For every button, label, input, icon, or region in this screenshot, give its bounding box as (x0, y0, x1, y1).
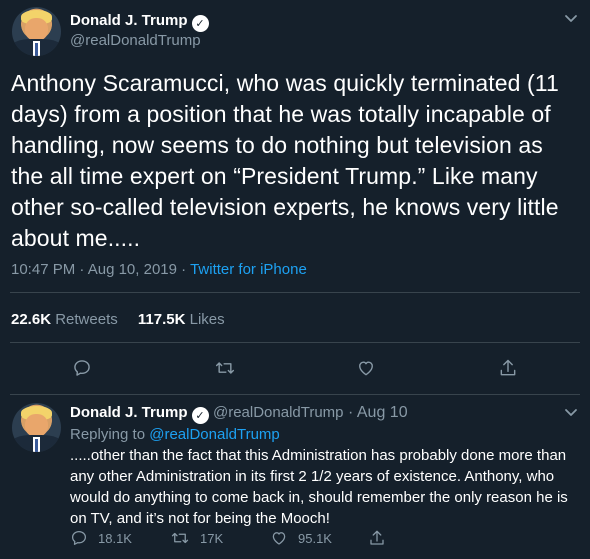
reply-author-handle[interactable]: @realDonaldTrump (213, 404, 344, 421)
retweet-icon (171, 532, 189, 544)
chevron-down-icon[interactable] (563, 10, 579, 26)
tweet-date[interactable]: Aug 10, 2019 (88, 261, 177, 278)
like-count: 95.1K (298, 530, 332, 546)
reply-author-name[interactable]: Donald J. Trump (70, 404, 188, 421)
retweets-label: Retweets (55, 311, 118, 328)
tweet-time[interactable]: 10:47 PM (11, 261, 75, 278)
tweet-stats: 22.6K Retweets 117.5K Likes (11, 311, 225, 328)
retweets-stat[interactable]: 22.6K Retweets (11, 311, 118, 328)
share-button[interactable] (368, 529, 386, 547)
reply-text: .....other than the fact that this Admin… (70, 447, 568, 527)
divider (10, 394, 580, 395)
retweet-button[interactable]: 17K (170, 529, 223, 547)
reply-header: Donald J. Trump ✓ @realDonaldTrump · Aug … (70, 404, 408, 424)
heart-icon[interactable] (355, 357, 377, 379)
reply-date[interactable]: Aug 10 (357, 404, 408, 421)
heart-icon (272, 532, 286, 545)
chevron-down-icon[interactable] (563, 404, 579, 420)
meta-separator: · (79, 261, 85, 278)
verified-badge-icon: ✓ (191, 15, 209, 32)
tweet-source[interactable]: Twitter for iPhone (190, 261, 307, 278)
reply-button[interactable]: 18.1K (70, 529, 132, 547)
retweet-icon[interactable] (214, 357, 236, 379)
replying-to-label: Replying to (70, 426, 146, 443)
meta-separator: · (181, 261, 187, 278)
verified-badge-icon: ✓ (191, 407, 209, 424)
reply-actions: 18.1K 17K 95.1K (70, 529, 578, 553)
retweets-count: 22.6K (11, 311, 52, 328)
likes-count: 117.5K (137, 311, 186, 328)
tweet-meta: 10:47 PM · Aug 10, 2019 · Twitter for iP… (11, 261, 307, 278)
likes-label: Likes (189, 311, 225, 328)
meta-separator: · (347, 404, 354, 421)
replying-to: Replying to @realDonaldTrump (70, 426, 280, 443)
author-avatar[interactable] (12, 7, 61, 56)
divider (10, 292, 580, 293)
replying-to-handle[interactable]: @realDonaldTrump (149, 426, 280, 443)
divider (10, 342, 580, 343)
likes-stat[interactable]: 117.5K Likes (138, 311, 225, 328)
author-name-row[interactable]: Donald J. Trump ✓ (70, 12, 209, 32)
comment-icon (71, 530, 87, 546)
tweet-text: Anthony Scaramucci, who was quickly term… (11, 70, 559, 251)
retweet-count: 17K (200, 530, 224, 546)
like-button[interactable]: 95.1K (270, 529, 332, 547)
comment-icon[interactable] (71, 357, 93, 379)
share-icon (370, 530, 384, 545)
share-icon[interactable] (497, 357, 519, 379)
reply-author-avatar[interactable] (12, 403, 61, 452)
reply-count: 18.1K (98, 530, 132, 546)
author-handle[interactable]: @realDonaldTrump (70, 32, 201, 49)
author-name[interactable]: Donald J. Trump (70, 12, 188, 29)
